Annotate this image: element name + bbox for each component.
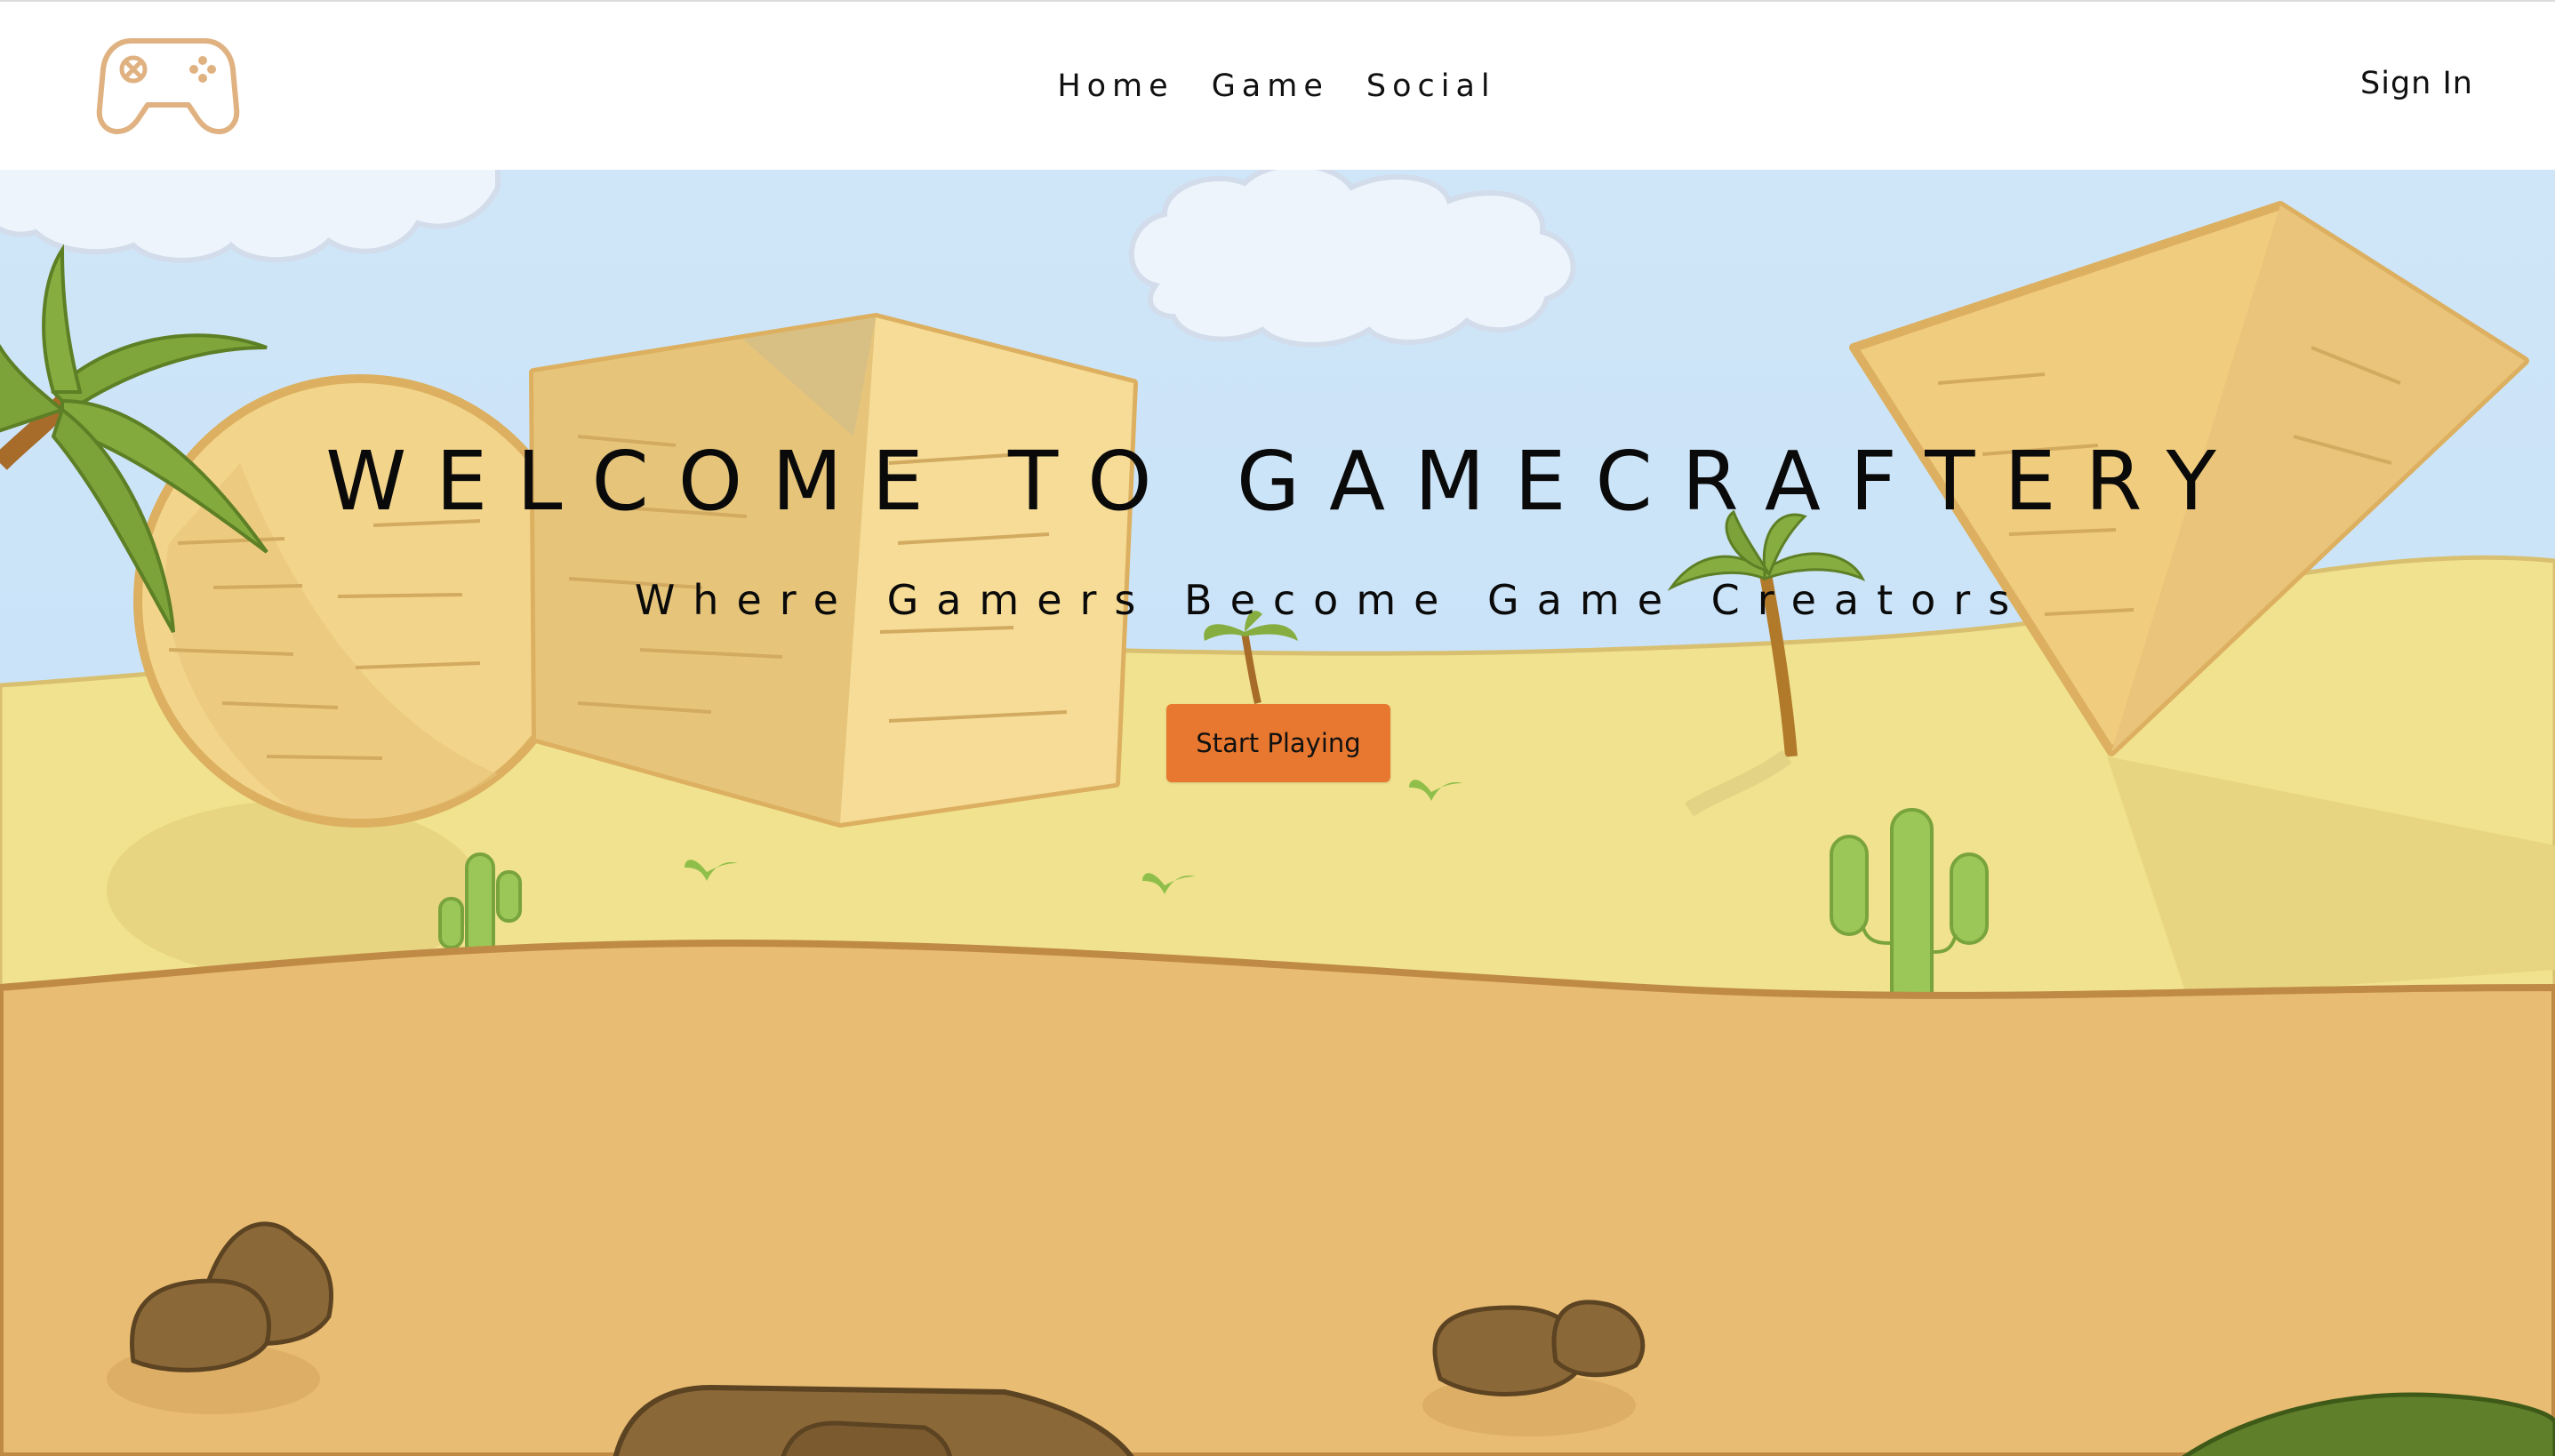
hero-title: WELCOME TO GAMECRAFTERY	[325, 434, 2246, 529]
main-nav: Home Game Social	[0, 2, 2555, 170]
nav-link-game[interactable]: Game	[1212, 68, 1329, 104]
navbar: Home Game Social Sign In	[0, 0, 2555, 170]
nav-link-home[interactable]: Home	[1057, 68, 1173, 104]
hero-section: WELCOME TO GAMECRAFTERY Where Gamers Bec…	[0, 170, 2555, 1456]
nav-link-social[interactable]: Social	[1366, 68, 1496, 104]
hero-subtitle: Where Gamers Become Game Creators	[634, 576, 2028, 624]
gamepad-icon[interactable]	[96, 34, 240, 137]
hero-content: WELCOME TO GAMECRAFTERY Where Gamers Bec…	[0, 170, 2555, 1456]
page: Home Game Social Sign In WELCOME TO GAME…	[0, 0, 2555, 1456]
sign-in-link[interactable]: Sign In	[2360, 66, 2473, 101]
start-playing-button[interactable]: Start Playing	[1166, 704, 1390, 782]
